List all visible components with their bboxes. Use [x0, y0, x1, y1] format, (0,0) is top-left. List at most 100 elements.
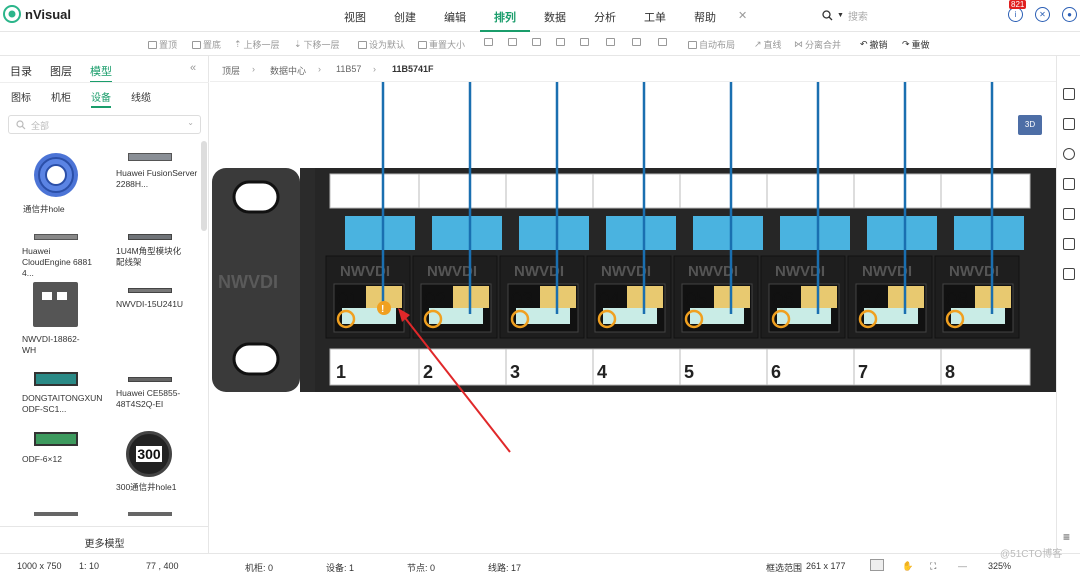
- undo-button[interactable]: ↶ 撤销: [860, 38, 888, 51]
- move-up-button[interactable]: ⇡ 上移一层: [234, 38, 280, 51]
- collapse-panel-icon[interactable]: «: [190, 62, 196, 74]
- list-item[interactable]: Huawei CloudEngine 6881 4...: [22, 246, 92, 279]
- zoom-out-icon[interactable]: —: [958, 561, 967, 571]
- list-item[interactable]: 1U4M角型模块化配线架: [116, 246, 186, 268]
- chevron-down-icon: ⌄: [187, 118, 194, 127]
- nvisual-logo-icon: [3, 5, 21, 23]
- menu-item[interactable]: 工单: [630, 0, 680, 32]
- list-item[interactable]: DONGTAITONGXUN ODF-SC1...: [22, 393, 102, 415]
- swap-icon[interactable]: [1063, 178, 1075, 190]
- port-label-block: [780, 216, 850, 250]
- switch-icon[interactable]: [34, 234, 78, 240]
- subtab-racks[interactable]: 机柜: [51, 89, 71, 104]
- view-3d-button[interactable]: 3D: [1018, 115, 1042, 135]
- align-center-icon[interactable]: [508, 38, 517, 46]
- align-bottom-icon[interactable]: [606, 38, 615, 46]
- redo-button[interactable]: ↷ 重做: [902, 38, 930, 51]
- settings-icon[interactable]: ✕: [1035, 7, 1050, 22]
- distribute-v-icon[interactable]: [658, 38, 667, 46]
- tab-layers[interactable]: 图层: [50, 63, 72, 79]
- server-icon[interactable]: [128, 153, 172, 161]
- pointer-tool-icon[interactable]: [870, 559, 884, 571]
- topology-icon[interactable]: [1063, 148, 1075, 160]
- auto-layout-button[interactable]: 自动布局: [688, 38, 735, 51]
- list-item[interactable]: Huawei FusionServer 2288H...: [116, 168, 202, 190]
- odf-icon[interactable]: [34, 432, 78, 446]
- split-merge-button[interactable]: ⋈ 分离合并: [794, 38, 841, 51]
- more-models-button[interactable]: 更多模型: [0, 526, 209, 553]
- properties-icon[interactable]: [1063, 88, 1075, 100]
- patch-panel-icon[interactable]: [128, 234, 172, 240]
- faceplate-icon[interactable]: [33, 282, 78, 327]
- subtab-devices[interactable]: 设备: [91, 89, 111, 108]
- switch-icon[interactable]: [128, 377, 172, 382]
- search-box[interactable]: ▼ 搜索: [822, 8, 868, 23]
- odf-icon[interactable]: [34, 372, 78, 386]
- warning-icon: !: [381, 304, 384, 315]
- list-item[interactable]: 300通信井hole1: [116, 482, 196, 493]
- right-toolbar: ≡: [1056, 56, 1080, 553]
- app-logo[interactable]: nVisual: [3, 5, 71, 23]
- straight-line-button[interactable]: ↗ 直线: [754, 38, 782, 51]
- fullscreen-icon[interactable]: ⛶: [930, 561, 936, 572]
- list-item[interactable]: 通信井hole: [23, 204, 65, 215]
- search-input[interactable]: 搜索: [848, 8, 868, 23]
- menu-item[interactable]: 数据: [530, 0, 580, 32]
- breadcrumb-item[interactable]: 数据中心: [270, 64, 306, 77]
- align-top-icon[interactable]: [556, 38, 565, 46]
- menu-item[interactable]: 分析: [580, 0, 630, 32]
- app-name: nVisual: [25, 6, 72, 22]
- mount-hole: [232, 342, 280, 376]
- arrange-toolbar: 置顶 置底 ⇡ 上移一层 ⇣ 下移一层 设为默认 重置大小 自动布局 ↗ 直线 ⋈ 分离…: [0, 32, 1080, 56]
- tab-catalog[interactable]: 目录: [10, 63, 32, 79]
- list-item[interactable]: Huawei CE5855-48T4S2Q-EI: [116, 388, 196, 410]
- pan-tool-icon[interactable]: ✋: [902, 561, 913, 572]
- port-number-label: 1: [336, 362, 346, 382]
- menu-icon[interactable]: ≡: [1063, 530, 1070, 544]
- model-search-input[interactable]: 全部 ⌄: [8, 115, 201, 134]
- menu-item[interactable]: 帮助: [680, 0, 730, 32]
- menu-item[interactable]: 视图: [330, 0, 380, 32]
- diagram-canvas[interactable]: NWVDI NWVDI 01 1 NWVDI 02 2 NWVDI 03 3 NWVDI 04 4 NW…: [210, 82, 1056, 553]
- tab-models[interactable]: 模型: [90, 63, 112, 83]
- monitor-icon[interactable]: [1063, 268, 1075, 280]
- list-item[interactable]: NWVDI-18862-WH: [22, 334, 92, 356]
- port-label-block: [345, 216, 415, 250]
- align-left-icon[interactable]: [484, 38, 493, 46]
- subtab-cables[interactable]: 线缆: [131, 89, 151, 104]
- list-item[interactable]: ODF-6×12: [22, 454, 92, 465]
- notification-icon[interactable]: i 821: [1008, 0, 1027, 22]
- menu-item[interactable]: 排列: [480, 0, 530, 32]
- report-icon[interactable]: [1063, 238, 1075, 250]
- align-middle-icon[interactable]: [580, 38, 589, 46]
- move-down-button[interactable]: ⇣ 下移一层: [294, 38, 340, 51]
- align-right-icon[interactable]: [532, 38, 541, 46]
- user-icon[interactable]: ●: [1062, 7, 1077, 22]
- bring-to-front-button[interactable]: 置顶: [148, 38, 177, 51]
- close-icon[interactable]: ✕: [730, 0, 755, 32]
- set-default-icon: [358, 40, 367, 49]
- port-label-block: [432, 216, 502, 250]
- subtab-icons[interactable]: 图标: [11, 89, 31, 104]
- breadcrumb-item[interactable]: 顶层: [222, 64, 240, 77]
- port-label-block: [867, 216, 937, 250]
- manhole-icon[interactable]: [32, 151, 80, 199]
- link-count: 线路: 17: [488, 563, 522, 573]
- breadcrumb-item[interactable]: 11B57: [336, 64, 361, 74]
- set-default-button[interactable]: 设为默认: [358, 38, 405, 51]
- port-id-label: 05: [685, 289, 707, 311]
- list-icon[interactable]: [1063, 118, 1075, 130]
- menu-item[interactable]: 创建: [380, 0, 430, 32]
- reset-size-button[interactable]: 重置大小: [418, 38, 465, 51]
- device-count: 设备: 1: [326, 563, 355, 573]
- rack-unit-icon[interactable]: [128, 288, 172, 293]
- list-item[interactable]: NWVDI-15U241U: [116, 299, 186, 310]
- distribute-h-icon[interactable]: [632, 38, 641, 46]
- zoom-level[interactable]: 325%: [988, 561, 1011, 571]
- layers-icon[interactable]: [1063, 208, 1075, 220]
- manhole-300-icon[interactable]: 300: [126, 431, 172, 477]
- search-icon: [822, 10, 833, 21]
- breadcrumb-separator: ›: [252, 64, 255, 74]
- menu-item[interactable]: 编辑: [430, 0, 480, 32]
- send-to-back-button[interactable]: 置底: [192, 38, 221, 51]
